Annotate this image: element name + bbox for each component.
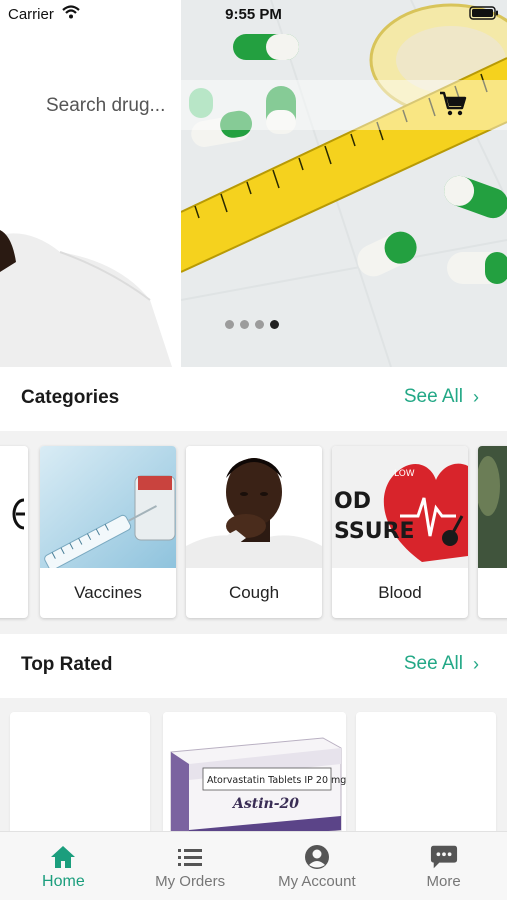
status-bar: Carrier 9:55 PM	[0, 0, 507, 28]
person-shirt-image	[0, 0, 181, 367]
categories-header: Categories See All ›	[0, 367, 507, 431]
top-rated-title: Top Rated	[21, 654, 113, 675]
carousel-dot[interactable]	[240, 320, 249, 329]
home-icon	[49, 844, 77, 870]
blood-image-text-3: LOW	[394, 469, 415, 479]
product-box-name: Atorvastatin Tablets IP 20 mg	[207, 775, 346, 786]
category-label: Cough	[228, 583, 280, 602]
chevron-right-icon: ›	[473, 653, 479, 674]
product-card-astin[interactable]: Atorvastatin Tablets IP 20 mg Astin-20	[163, 712, 346, 833]
hero-slide-pills-tape	[181, 0, 507, 367]
tab-label: My Account	[278, 873, 356, 890]
bottom-tab-bar: Home My Orders My Account More	[0, 831, 507, 900]
hero-carousel[interactable]: Carrier 9:55 PM	[0, 0, 507, 367]
top-rated-header: Top Rated See All ›	[0, 634, 507, 698]
category-image	[0, 446, 28, 568]
categories-see-all-link[interactable]: See All ›	[404, 386, 479, 408]
tab-my-account[interactable]: My Account	[254, 832, 381, 900]
see-all-label: See All	[403, 653, 463, 674]
blood-image-text-1: OD	[334, 489, 371, 514]
home-screen: Carrier 9:55 PM Search drug... Categorie…	[0, 0, 507, 900]
hero-slide-person	[0, 0, 181, 367]
account-icon	[303, 844, 331, 870]
blood-image-text-2: SSURE	[334, 519, 415, 544]
search-input[interactable]	[46, 90, 346, 122]
tab-more[interactable]: More	[380, 832, 507, 900]
categories-carousel[interactable]: Vaccines Cough OD SSURE LOW Blood	[0, 432, 507, 632]
tab-label: My Orders	[155, 873, 226, 890]
top-rated-carousel[interactable]: Atorvastatin Tablets IP 20 mg Astin-20	[0, 698, 507, 833]
category-image	[478, 446, 507, 568]
category-label: Vaccines	[74, 583, 142, 602]
tab-my-orders[interactable]: My Orders	[127, 832, 254, 900]
tab-label: More	[426, 873, 461, 890]
top-rated-see-all-link[interactable]: See All ›	[404, 653, 479, 675]
clock-label: 9:55 PM	[225, 6, 282, 23]
see-all-label: See All	[403, 386, 463, 407]
blood-pressure-heart-image: OD SSURE LOW	[332, 446, 468, 568]
astin-medicine-box-image: Atorvastatin Tablets IP 20 mg Astin-20	[163, 712, 346, 833]
category-card-partial[interactable]	[478, 446, 507, 618]
cart-button[interactable]	[432, 86, 474, 126]
vaccine-syringe-image	[40, 446, 176, 568]
product-card[interactable]	[10, 712, 150, 833]
pills-measuring-tape-image	[181, 0, 507, 367]
chat-more-icon	[430, 844, 458, 870]
battery-icon	[469, 6, 499, 20]
category-card-partial[interactable]	[0, 446, 28, 618]
carousel-indicator	[225, 320, 279, 329]
category-card-vaccines[interactable]: Vaccines	[40, 446, 176, 618]
carousel-dot[interactable]	[225, 320, 234, 329]
cough-person-image	[186, 446, 322, 568]
category-card-blood[interactable]: OD SSURE LOW Blood	[332, 446, 468, 618]
category-label: Blood	[378, 583, 422, 602]
carousel-dot[interactable]	[255, 320, 264, 329]
cart-icon	[439, 91, 467, 122]
list-icon	[176, 844, 204, 870]
tab-home[interactable]: Home	[0, 832, 127, 900]
product-box-brand: Astin-20	[231, 796, 299, 812]
tab-label: Home	[42, 873, 85, 890]
category-card-cough[interactable]: Cough	[186, 446, 322, 618]
search-bar	[0, 80, 507, 130]
categories-title: Categories	[21, 387, 120, 408]
product-card[interactable]	[356, 712, 496, 833]
chevron-right-icon: ›	[473, 386, 479, 407]
carousel-dot-active[interactable]	[270, 320, 279, 329]
